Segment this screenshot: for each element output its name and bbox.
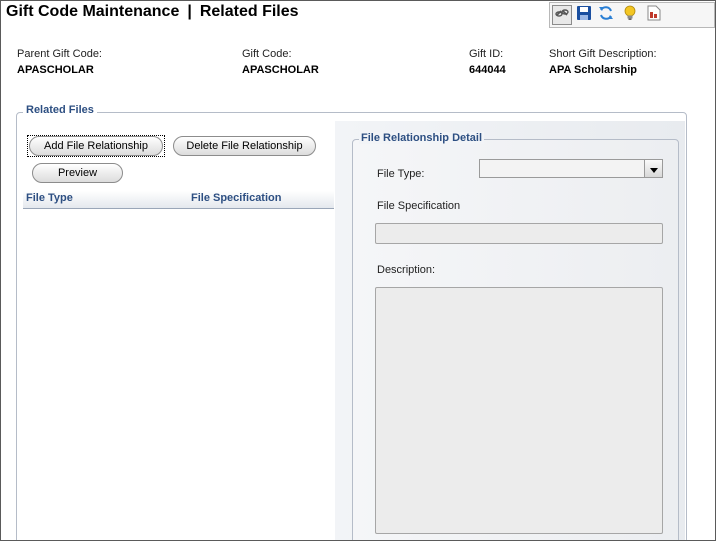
gift-id-value: 644044 [469,64,506,76]
related-files-grid[interactable]: File Type File Specification [23,191,334,540]
gift-code-value: APASCHOLAR [242,64,319,76]
refresh-button[interactable] [596,5,616,25]
file-relationship-detail-legend: File Relationship Detail [359,132,485,144]
short-description-value: APA Scholarship [549,64,638,76]
column-header-file-type[interactable]: File Type [26,192,73,204]
tip-button[interactable] [620,5,640,25]
description-field[interactable] [375,287,663,534]
file-type-label: File Type: [377,168,425,180]
column-header-file-specification[interactable]: File Specification [191,192,281,204]
page-title: Gift Code Maintenance | Related Files [6,3,299,21]
window-frame: Gift Code Maintenance | Related Files Pa… [0,0,716,541]
chevron-down-icon [649,160,658,178]
report-button[interactable] [644,5,664,25]
link-button[interactable] [552,5,572,25]
link-icon [554,6,570,25]
gift-code-label: Gift Code: [242,48,292,60]
report-icon [647,5,661,26]
file-specification-label: File Specification [377,200,461,212]
save-button[interactable] [574,5,594,25]
save-icon [576,5,592,26]
parent-gift-code-label: Parent Gift Code: [17,48,102,60]
file-type-select[interactable] [479,159,663,178]
file-specification-field[interactable] [375,223,663,244]
page-title-sub: Related Files [199,3,299,20]
related-files-legend: Related Files [23,104,97,116]
refresh-icon [598,5,614,26]
gift-id-label: Gift ID: [469,48,504,60]
lightbulb-icon [622,5,638,26]
delete-file-relationship-button[interactable]: Delete File Relationship [173,136,316,156]
dropdown-arrow[interactable] [644,160,662,177]
page-title-main: Gift Code Maintenance [6,3,180,20]
title-separator: | [187,3,192,20]
parent-gift-code-value: APASCHOLAR [17,64,94,76]
add-file-relationship-button[interactable]: Add File Relationship [29,136,163,156]
short-description-label: Short Gift Description: [549,48,657,60]
description-label: Description: [377,264,436,276]
toolbar [549,2,715,28]
preview-button[interactable]: Preview [32,163,123,183]
grid-header: File Type File Specification [23,191,334,209]
